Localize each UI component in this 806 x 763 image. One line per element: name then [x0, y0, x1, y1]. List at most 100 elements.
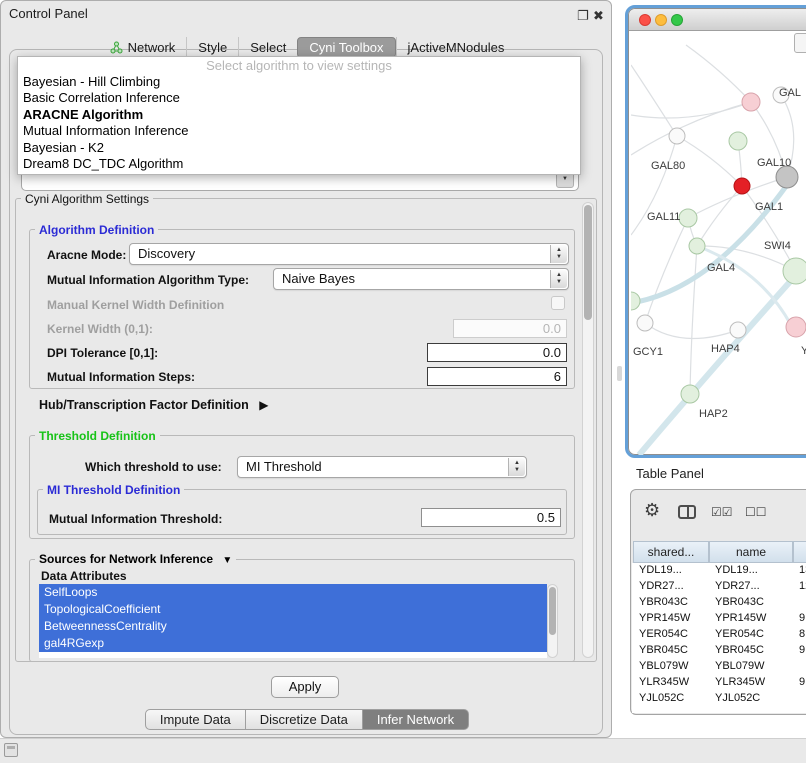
network-node[interactable] [742, 93, 760, 111]
aracne-mode-label: Aracne Mode: [47, 248, 126, 262]
network-node[interactable] [631, 292, 640, 310]
attributes-scrollbar-thumb[interactable] [549, 587, 556, 635]
table-panel-title: Table Panel [636, 466, 704, 481]
attribute-item[interactable]: SelfLoops [39, 584, 547, 601]
aracne-mode-select[interactable]: Discovery ▲▼ [129, 243, 569, 265]
table-row[interactable]: YDL19...YDL19...13 [632, 563, 806, 579]
network-window-titlebar[interactable] [629, 9, 806, 31]
table-row[interactable]: YPR145WYPR145W9. [632, 611, 806, 627]
network-node[interactable] [669, 128, 685, 144]
float-window-icon[interactable]: ❐ [577, 8, 589, 24]
network-node[interactable] [776, 166, 798, 188]
network-graph-canvas[interactable]: GALGAL80GAL10GAL11GAL1SWI4GAL4GCY1HAP4HA… [631, 35, 806, 455]
network-node-label: SWI4 [764, 240, 791, 252]
zoom-traffic-light-icon[interactable] [671, 14, 683, 26]
algorithm-item[interactable]: Mutual Information Inference [18, 123, 580, 139]
table-row[interactable]: YBL079WYBL079W [632, 659, 806, 675]
column-browser-icon[interactable] [678, 505, 696, 519]
which-threshold-select[interactable]: MI Threshold ▲▼ [237, 456, 527, 478]
network-edge [690, 246, 697, 394]
network-edge [697, 186, 742, 246]
network-node[interactable] [679, 209, 697, 227]
network-node[interactable] [729, 132, 747, 150]
algorithm-item[interactable]: ARACNE Algorithm [18, 107, 580, 123]
data-attributes-label: Data Attributes [41, 569, 127, 583]
table-cell: 9. [799, 676, 806, 688]
threshold-title: Threshold Definition [35, 429, 160, 443]
select-all-checkboxes-icon[interactable]: ☑☑ [711, 505, 733, 519]
algorithm-item[interactable]: Dream8 DC_TDC Algorithm [18, 156, 580, 172]
apply-button[interactable]: Apply [271, 676, 339, 698]
sources-title-row[interactable]: Sources for Network Inference ▼ [35, 552, 236, 566]
collapsed-arrow-icon[interactable]: ▶ [259, 398, 268, 412]
mi-threshold-input[interactable] [421, 508, 561, 527]
column-header-3[interactable] [793, 541, 806, 563]
tab-style[interactable]: Style [186, 37, 238, 58]
table-cell: 9. [799, 644, 806, 656]
kernel-width-input [453, 319, 567, 338]
network-node-label: GAL [779, 87, 801, 99]
combo-arrow-glyph: ▲ [556, 272, 562, 279]
table-row[interactable]: YJL052CYJL052C [632, 691, 806, 707]
network-node[interactable] [730, 322, 746, 338]
algorithm-popup-list: Bayesian - Hill ClimbingBasic Correlatio… [18, 74, 580, 172]
algorithm-item[interactable]: Bayesian - Hill Climbing [18, 74, 580, 90]
mi-steps-input[interactable] [427, 367, 567, 386]
tab-infer-network[interactable]: Infer Network [363, 709, 469, 730]
table-cell: YBR043C [715, 596, 764, 608]
minimize-traffic-light-icon[interactable] [655, 14, 667, 26]
dpi-tolerance-label: DPI Tolerance [0,1]: [47, 346, 158, 360]
algorithm-item[interactable]: Bayesian - K2 [18, 140, 580, 156]
close-window-icon[interactable]: ✖ [593, 8, 604, 24]
network-edge [686, 45, 751, 102]
table-row[interactable]: YER054CYER054C8. [632, 627, 806, 643]
settings-scrollbar[interactable] [582, 202, 594, 658]
tab-impute-data[interactable]: Impute Data [145, 709, 246, 730]
deselect-all-checkboxes-icon[interactable]: ☐☐ [745, 505, 767, 519]
settings-scrollbar-thumb[interactable] [584, 205, 592, 320]
tab-label: Cyni Toolbox [309, 40, 383, 55]
table-row[interactable]: YLR345WYLR345W9. [632, 675, 806, 691]
attribute-item[interactable]: gal4RGexp [39, 635, 547, 652]
dpi-tolerance-input[interactable] [427, 343, 567, 362]
gear-icon[interactable]: ⚙ [644, 500, 660, 521]
panel-dock-icon[interactable] [4, 743, 18, 757]
tab-select[interactable]: Select [238, 37, 297, 58]
network-node-label: GAL1 [755, 201, 783, 213]
table-cell: YDR27... [715, 580, 760, 592]
network-node[interactable] [786, 317, 806, 337]
expanded-arrow-icon[interactable]: ▼ [222, 555, 232, 566]
table-row[interactable]: YBR043CYBR043C [632, 595, 806, 611]
panel-splitter-handle[interactable] [617, 366, 622, 381]
attribute-item[interactable]: TopologicalCoefficient [39, 601, 547, 618]
table-row[interactable]: YDR27... YDR27... 12 [632, 579, 806, 595]
algorithm-popup-placeholder: Select algorithm to view settings [18, 57, 580, 74]
control-panel-title: Control Panel [9, 6, 88, 21]
tab-cyni-toolbox[interactable]: Cyni Toolbox [297, 37, 395, 58]
network-node[interactable] [783, 258, 806, 284]
tab-jactivemnodules[interactable]: jActiveMNodules [396, 37, 516, 58]
column-header-2[interactable]: name [709, 541, 793, 563]
network-node[interactable] [689, 238, 705, 254]
network-node-label: HAP4 [711, 343, 740, 355]
algorithm-item[interactable]: Basic Correlation Inference [18, 90, 580, 106]
combo-arrows-icon: ▲▼ [550, 245, 567, 263]
tab-network[interactable]: Network [99, 37, 187, 58]
network-node[interactable] [681, 385, 699, 403]
table-cell: YDR27... [639, 580, 684, 592]
table-cell: 12 [799, 580, 806, 592]
table-row[interactable]: YBR045CYBR045C9. [632, 643, 806, 659]
hub-definition-toggle[interactable]: Hub/Transcription Factor Definition ▶ [39, 398, 268, 412]
network-node[interactable] [637, 315, 653, 331]
attribute-item[interactable]: BetweennessCentrality [39, 618, 547, 635]
network-node[interactable] [734, 178, 750, 194]
network-node-label: GCY1 [633, 346, 663, 358]
attributes-scrollbar[interactable] [547, 584, 558, 658]
close-traffic-light-icon[interactable] [639, 14, 651, 26]
column-header-1[interactable]: shared... [633, 541, 709, 563]
mi-type-select[interactable]: Naive Bayes ▲▼ [273, 268, 569, 290]
combo-arrows-icon: ▲▼ [550, 270, 567, 288]
network-node-label: GAL10 [757, 157, 791, 169]
tab-discretize-data[interactable]: Discretize Data [246, 709, 363, 730]
mi-steps-label: Mutual Information Steps: [47, 370, 195, 384]
